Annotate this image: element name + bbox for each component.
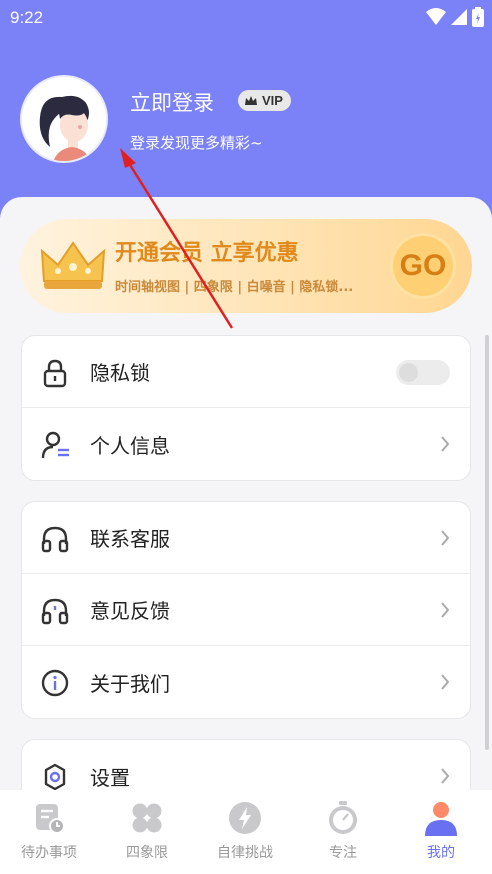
menu-item-contact-support[interactable]: 联系客服 (22, 502, 470, 574)
login-title[interactable]: 立即登录 (130, 87, 214, 117)
chevron-right-icon (441, 768, 450, 784)
crown-icon (40, 241, 106, 289)
menu-item-label: 设置 (90, 765, 130, 790)
tab-label: 待办事项 (21, 845, 77, 861)
menu-item-label: 隐私锁 (90, 361, 150, 385)
bottom-tab-bar: 待办事项 四象限 自律挑战 专注 我的 (0, 790, 492, 874)
chevron-right-icon (441, 436, 450, 452)
toggle-knob (399, 363, 418, 382)
go-button[interactable]: GO (390, 233, 456, 299)
chevron-right-icon (441, 602, 450, 618)
chevron-right-icon (441, 674, 450, 690)
tab-mine[interactable]: 我的 (392, 800, 490, 862)
menu-item-personal-info[interactable]: 个人信息 (22, 408, 470, 480)
quadrant-icon (132, 803, 162, 833)
tab-label: 自律挑战 (217, 845, 273, 861)
status-bar: 9:22 (0, 0, 492, 36)
tab-label: 专注 (329, 845, 357, 861)
profile-icon (425, 802, 457, 836)
menu-card-2: 联系客服 意见反馈 关于我们 (21, 501, 471, 719)
tab-quadrant[interactable]: 四象限 (98, 800, 196, 862)
vip-badge: VIP (238, 90, 291, 111)
menu-item-privacy-lock[interactable]: 隐私锁 (22, 336, 470, 408)
settings-icon (44, 763, 66, 791)
menu-item-label: 联系客服 (90, 527, 170, 551)
feedback-headset-icon (41, 598, 69, 625)
todo-icon (36, 804, 65, 834)
menu-item-about-us[interactable]: 关于我们 (22, 646, 470, 718)
scrollbar[interactable] (485, 335, 489, 750)
lock-icon (43, 359, 67, 388)
status-time: 9:22 (10, 8, 44, 27)
vip-label: VIP (262, 93, 283, 108)
menu-item-label: 关于我们 (90, 671, 170, 696)
info-icon (41, 669, 69, 697)
tab-focus[interactable]: 专注 (294, 800, 392, 862)
crown-small-icon (245, 95, 257, 105)
user-info-icon (41, 431, 69, 459)
login-subtitle: 登录发现更多精彩~ (130, 134, 263, 152)
tab-label: 我的 (427, 845, 455, 861)
chevron-right-icon (441, 530, 450, 546)
menu-item-feedback[interactable]: 意见反馈 (22, 574, 470, 646)
tab-todo[interactable]: 待办事项 (0, 800, 98, 862)
lightning-icon (229, 802, 261, 834)
privacy-lock-toggle[interactable] (396, 360, 450, 385)
status-icons (426, 7, 484, 27)
promo-title: 开通会员 立享优惠 (115, 241, 299, 266)
menu-item-label: 意见反馈 (90, 599, 170, 623)
signal-icon (451, 9, 467, 25)
tab-label: 四象限 (126, 845, 168, 861)
tab-challenge[interactable]: 自律挑战 (196, 800, 294, 862)
headset-icon (41, 526, 69, 553)
avatar-illustration (22, 77, 106, 161)
vip-promo-banner[interactable]: 开通会员 立享优惠 时间轴视图 | 四象限 | 白噪音 | 隐私锁... GO (20, 219, 472, 313)
menu-item-label: 个人信息 (90, 433, 170, 458)
menu-card-1: 隐私锁 个人信息 (21, 335, 471, 481)
promo-subtitle: 时间轴视图 | 四象限 | 白噪音 | 隐私锁... (115, 280, 354, 295)
battery-icon (472, 7, 484, 27)
stopwatch-icon (329, 801, 357, 834)
wifi-icon (426, 8, 446, 25)
avatar[interactable] (20, 75, 108, 163)
